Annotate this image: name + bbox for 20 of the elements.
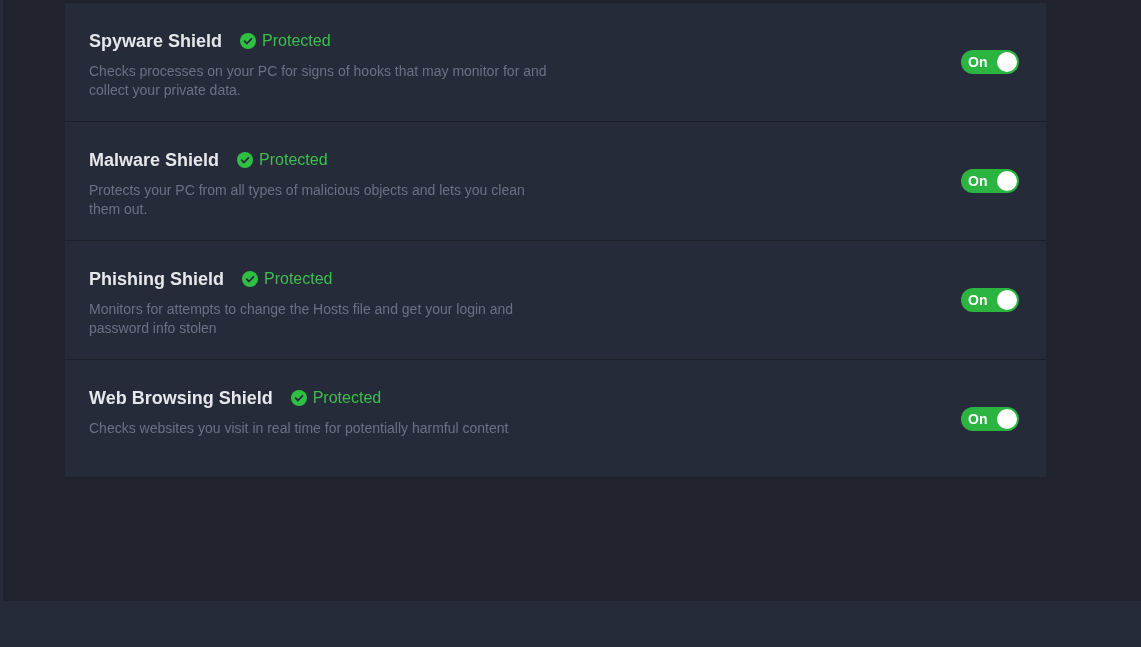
- check-circle-icon: [240, 33, 257, 49]
- shield-title: Web Browsing Shield: [89, 387, 273, 410]
- status-label: Protected: [262, 31, 331, 51]
- check-circle-icon: [237, 152, 254, 168]
- status-label: Protected: [264, 269, 333, 289]
- check-circle-icon: [290, 390, 307, 406]
- shield-description: Protects your PC from all types of malicious objects and lets you clean them out.: [89, 181, 526, 219]
- toggle-switch[interactable]: On: [961, 169, 1019, 193]
- status-label: Protected: [312, 388, 382, 408]
- status-label: Protected: [259, 150, 328, 170]
- shield-title: Spyware Shield: [89, 30, 223, 53]
- shield-title: Malware Shield: [89, 149, 220, 172]
- shield-description: Checks processes on your PC for signs of hooks that may monitor for and collect your private data.: [89, 62, 548, 100]
- toggle-switch[interactable]: On: [961, 288, 1019, 312]
- shield-description: Checks websites you visit in real time for potentially harmful content: [89, 419, 510, 438]
- toggle-switch[interactable]: On: [961, 50, 1019, 74]
- check-circle-icon: [242, 271, 258, 287]
- shield-description: Monitors for attempts to change the Hosts file and get your login and password info stolen: [89, 300, 515, 338]
- shield-title: Phishing Shield: [89, 268, 224, 291]
- toggle-switch[interactable]: On: [961, 407, 1019, 431]
